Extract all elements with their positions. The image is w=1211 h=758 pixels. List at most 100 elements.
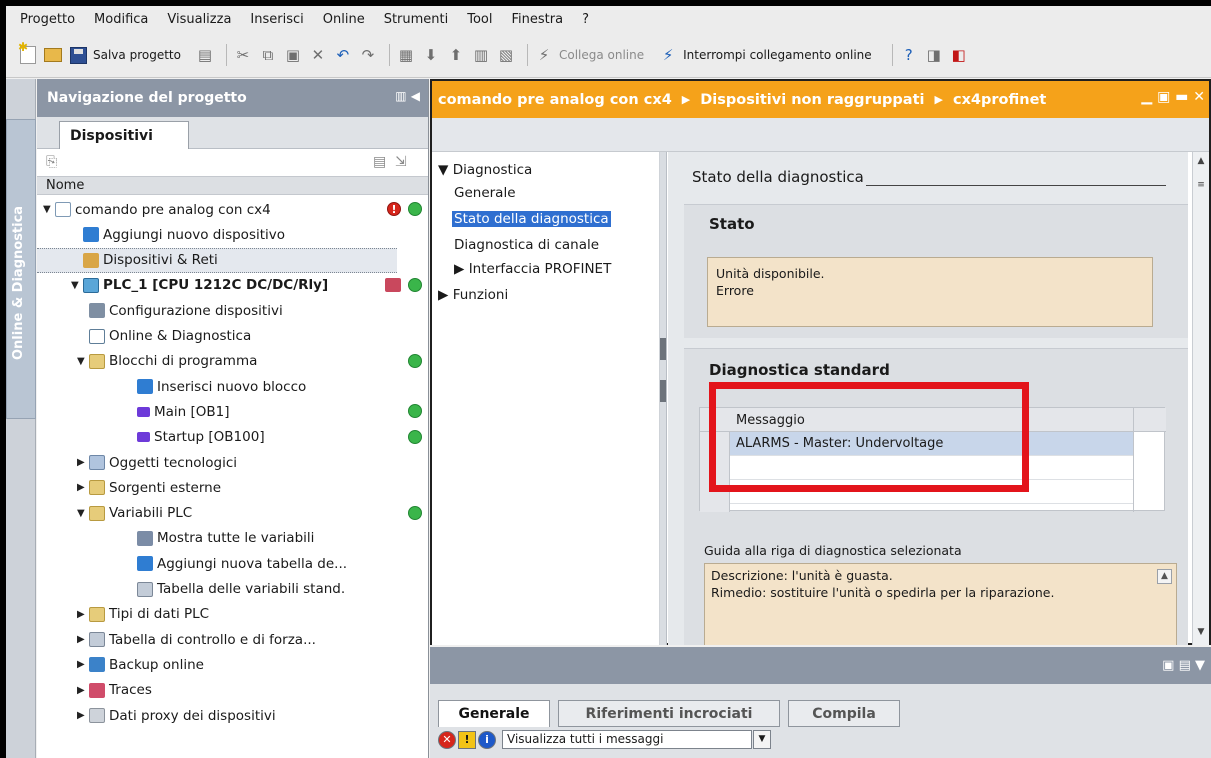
delete-icon[interactable]: ✕ bbox=[308, 45, 328, 65]
online-diagnostica-side-tab[interactable]: Online & Diagnostica bbox=[6, 119, 36, 419]
simulation-icon[interactable]: ▥ bbox=[471, 45, 491, 65]
tree-item[interactable]: ▶ Sorgenti esterne bbox=[37, 475, 397, 500]
menu-tool[interactable]: Tool bbox=[467, 12, 492, 27]
tree-item[interactable]: ▶ Backup online bbox=[37, 652, 397, 677]
scroll-down-icon[interactable]: ▼ bbox=[1194, 627, 1208, 643]
new-project-icon[interactable] bbox=[18, 41, 38, 65]
go-offline-button[interactable]: Interrompi collegamento online bbox=[683, 48, 872, 62]
expand-toggle-icon[interactable]: ▶ bbox=[77, 457, 89, 468]
tree-item[interactable]: Aggiungi nuovo dispositivo bbox=[37, 222, 397, 247]
tree-item-label: Configurazione dispositivi bbox=[109, 302, 283, 319]
errors-filter-icon[interactable]: ✕ bbox=[438, 730, 456, 749]
open-project-icon[interactable] bbox=[43, 45, 63, 65]
expand-toggle-icon[interactable]: ▶ bbox=[77, 710, 89, 721]
info-filter-icon[interactable]: i bbox=[478, 730, 496, 749]
menu-help[interactable]: ? bbox=[582, 12, 589, 27]
tree-item[interactable]: ▶ Tipi di dati PLC bbox=[37, 602, 397, 627]
tree-item-label: Inserisci nuovo blocco bbox=[157, 378, 307, 395]
tree-item[interactable]: Tabella delle variabili stand. bbox=[37, 577, 397, 602]
tree-item[interactable]: ▶ Oggetti tecnologici bbox=[37, 450, 397, 475]
go-offline-icon[interactable]: ⚡ bbox=[658, 45, 678, 65]
save-project-button[interactable]: Salva progetto bbox=[93, 48, 181, 62]
scroll-up-icon[interactable]: ▲ bbox=[1194, 156, 1208, 172]
upload-icon[interactable]: ⬆ bbox=[446, 45, 466, 65]
message-filter-select[interactable]: Visualizza tutti i messaggi ▼ bbox=[502, 730, 771, 749]
menu-modifica[interactable]: Modifica bbox=[94, 12, 148, 27]
menu-online[interactable]: Online bbox=[323, 12, 365, 27]
expand-toggle-icon[interactable]: ▶ bbox=[77, 659, 89, 670]
tab-dispositivi[interactable]: Dispositivi bbox=[59, 121, 189, 150]
breadcrumb-project[interactable]: comando pre analog con cx4 bbox=[438, 92, 672, 108]
tree-item[interactable]: ▼ Variabili PLC bbox=[37, 501, 397, 526]
tree-item[interactable]: ▶ Traces bbox=[37, 678, 397, 703]
menu-inserisci[interactable]: Inserisci bbox=[250, 12, 303, 27]
copy-icon[interactable]: ⧉ bbox=[258, 45, 278, 65]
collapse-pane-icon[interactable]: ▥ ◀ bbox=[395, 89, 420, 103]
tree-generale[interactable]: Generale bbox=[454, 185, 516, 201]
new-group-icon[interactable]: ⎘ bbox=[46, 154, 57, 170]
menu-finestra[interactable]: Finestra bbox=[512, 12, 564, 27]
warnings-filter-icon[interactable]: ! bbox=[458, 730, 476, 749]
tree-item[interactable]: Configurazione dispositivi bbox=[37, 298, 397, 323]
tree-splitter[interactable] bbox=[660, 152, 667, 645]
tree-item[interactable]: Inserisci nuovo blocco bbox=[37, 374, 397, 399]
split-horizontal-icon[interactable]: ◧ bbox=[949, 45, 969, 65]
menu-strumenti[interactable]: Strumenti bbox=[384, 12, 449, 27]
tree-item[interactable]: ▼ comando pre analog con cx4 bbox=[37, 197, 397, 222]
breadcrumb-device[interactable]: cx4profinet bbox=[953, 92, 1046, 108]
tree-item[interactable]: ▶ Dati proxy dei dispositivi bbox=[37, 703, 397, 728]
vertical-scrollbar[interactable]: ▲ ≡ ▼ bbox=[1192, 152, 1209, 645]
expand-toggle-icon[interactable]: ▶ bbox=[77, 609, 89, 620]
tab-generale[interactable]: Generale bbox=[438, 700, 550, 727]
accessible-devices-icon[interactable]: ▧ bbox=[496, 45, 516, 65]
chevron-down-icon[interactable]: ▼ bbox=[753, 730, 771, 749]
scroll-menu-icon[interactable]: ≡ bbox=[1194, 180, 1208, 196]
redo-icon[interactable]: ↷ bbox=[358, 45, 378, 65]
print-icon[interactable]: ▤ bbox=[195, 45, 215, 65]
help-icon[interactable]: ? bbox=[899, 45, 919, 65]
tree-item[interactable]: Aggiungi nuova tabella de... bbox=[37, 551, 397, 576]
menu-progetto[interactable]: Progetto bbox=[20, 12, 75, 27]
save-icon[interactable] bbox=[68, 45, 88, 65]
tree-stato-diagnostica[interactable]: Stato della diagnostica bbox=[452, 211, 611, 227]
tree-funzioni[interactable]: ▶ Funzioni bbox=[438, 287, 508, 303]
menu-visualizza[interactable]: Visualizza bbox=[167, 12, 231, 27]
scroll-up-icon[interactable]: ▲ bbox=[1157, 569, 1172, 584]
expand-toggle-icon[interactable]: ▼ bbox=[77, 508, 89, 519]
window-controls-icon[interactable]: ▁ ▣ ▬ ✕ bbox=[1141, 89, 1205, 105]
tree-item[interactable]: ▼ PLC_1 [CPU 1212C DC/DC/Rly] bbox=[37, 273, 397, 298]
tree-item[interactable]: ▶ Tabella di controllo e di forza... bbox=[37, 627, 397, 652]
download-icon[interactable]: ⬇ bbox=[421, 45, 441, 65]
expand-toggle-icon[interactable]: ▶ bbox=[77, 634, 89, 645]
tree-interfaccia-profinet[interactable]: ▶ Interfaccia PROFINET bbox=[454, 261, 611, 277]
splitter-handle[interactable] bbox=[660, 338, 666, 360]
tab-compila[interactable]: Compila bbox=[788, 700, 900, 727]
tree-item[interactable]: Main [OB1] bbox=[37, 399, 397, 424]
expand-toggle-icon[interactable]: ▼ bbox=[43, 204, 55, 215]
expand-toggle-icon[interactable]: ▶ bbox=[77, 482, 89, 493]
splitter-handle[interactable] bbox=[660, 380, 666, 402]
tia-portal-window: Progetto Modifica Visualizza Inserisci O… bbox=[6, 6, 1211, 758]
expand-toggle-icon[interactable]: ▼ bbox=[71, 280, 83, 291]
go-online-button[interactable]: Collega online bbox=[559, 48, 644, 62]
expand-toggle-icon[interactable]: ▼ bbox=[77, 356, 89, 367]
expand-tree-icon[interactable]: ⇲ bbox=[395, 154, 407, 170]
tree-item[interactable]: Startup [OB100] bbox=[37, 425, 397, 450]
tree-diagnostica-canale[interactable]: Diagnostica di canale bbox=[454, 237, 599, 253]
tree-item[interactable]: Mostra tutte le variabili bbox=[37, 526, 397, 551]
go-online-icon[interactable]: ⚡ bbox=[534, 45, 554, 65]
overview-icon[interactable]: ▤ bbox=[373, 154, 386, 170]
paste-icon[interactable]: ▣ bbox=[283, 45, 303, 65]
undo-icon[interactable]: ↶ bbox=[333, 45, 353, 65]
inspector-controls-icon[interactable]: ▣ ▤ ▼ bbox=[1162, 658, 1205, 673]
tree-item[interactable]: Online & Diagnostica bbox=[37, 324, 397, 349]
tree-item[interactable]: ▼ Blocchi di programma bbox=[37, 349, 397, 374]
compile-icon[interactable]: ▦ bbox=[396, 45, 416, 65]
split-vertical-icon[interactable]: ◨ bbox=[924, 45, 944, 65]
expand-toggle-icon[interactable]: ▶ bbox=[77, 685, 89, 696]
tree-item[interactable]: Dispositivi & Reti bbox=[37, 247, 397, 273]
cut-icon[interactable]: ✂ bbox=[233, 45, 253, 65]
tab-riferimenti-incrociati[interactable]: Riferimenti incrociati bbox=[558, 700, 780, 727]
tree-diagnostica[interactable]: ▼ Diagnostica bbox=[438, 162, 532, 178]
breadcrumb-ungrouped[interactable]: Dispositivi non raggruppati bbox=[700, 92, 924, 108]
